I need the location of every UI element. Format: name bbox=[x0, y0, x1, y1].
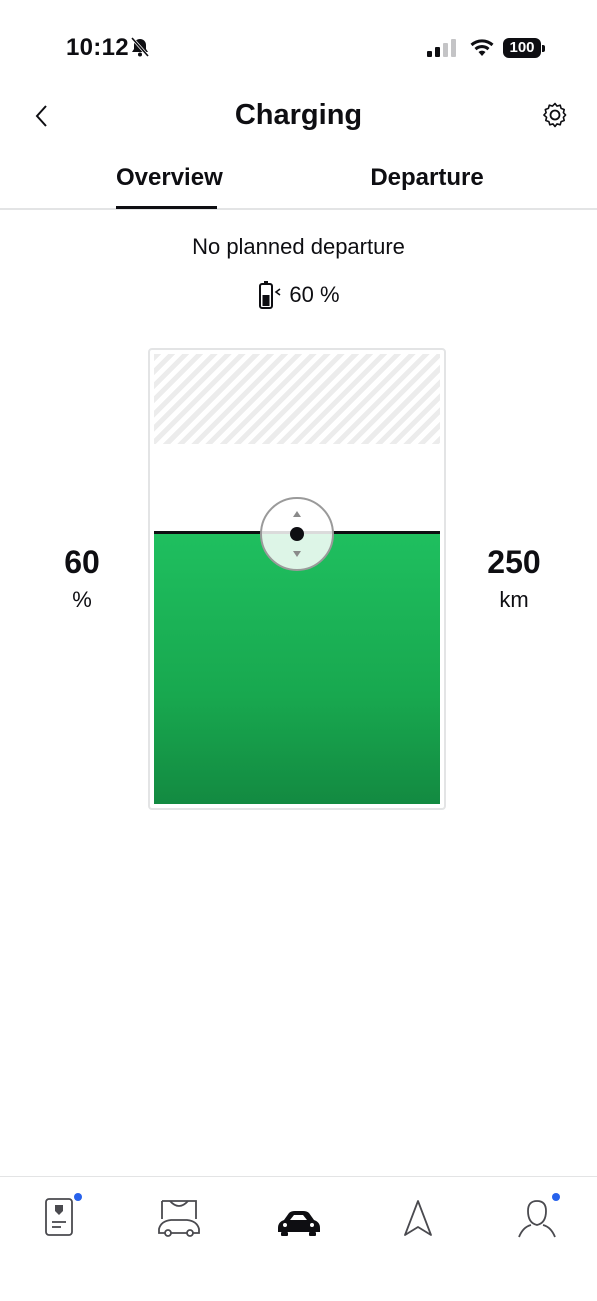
charge-fill bbox=[154, 531, 440, 804]
arrow-up-icon bbox=[293, 511, 301, 517]
car-shop-icon bbox=[158, 1200, 200, 1237]
charge-level-gauge[interactable] bbox=[148, 348, 446, 810]
page-title: Charging bbox=[234, 99, 363, 131]
gauge-area bbox=[154, 354, 440, 804]
nav-phone-card[interactable] bbox=[36, 1193, 86, 1243]
gear-icon[interactable] bbox=[540, 100, 570, 130]
notification-badge bbox=[552, 1193, 560, 1201]
nav-navigation[interactable] bbox=[393, 1195, 443, 1243]
status-bar: 10:12 100 bbox=[0, 0, 597, 90]
header: Charging bbox=[0, 90, 597, 146]
current-soc: 60 % bbox=[0, 280, 597, 310]
range: 250 km bbox=[454, 544, 574, 613]
range-value: 250 bbox=[487, 544, 541, 580]
nav-shop[interactable] bbox=[154, 1195, 204, 1243]
bell-muted-icon bbox=[130, 37, 150, 57]
wifi-icon bbox=[470, 39, 494, 56]
tab-overview[interactable]: Overview bbox=[116, 164, 223, 209]
arrow-down-icon bbox=[293, 551, 301, 557]
tab-departure[interactable]: Departure bbox=[360, 164, 494, 206]
charge-slider-handle[interactable] bbox=[260, 497, 334, 571]
nav-profile[interactable] bbox=[512, 1193, 562, 1243]
handle-dot bbox=[290, 527, 304, 541]
target-soc-value: 60 bbox=[64, 544, 100, 580]
profile-icon bbox=[518, 1200, 556, 1238]
battery-status-icon: 100 bbox=[503, 38, 545, 58]
car-icon bbox=[278, 1211, 320, 1236]
battery-charging-icon bbox=[259, 281, 281, 309]
departure-status: No planned departure bbox=[192, 234, 405, 259]
current-soc-value: 60 % bbox=[289, 282, 340, 307]
status-time: 10:12 bbox=[66, 34, 129, 61]
target-soc: 60 % bbox=[22, 544, 142, 613]
notification-badge bbox=[74, 1193, 82, 1201]
bottom-nav bbox=[0, 1176, 597, 1301]
cellular-signal-icon bbox=[427, 39, 456, 57]
nav-vehicle[interactable] bbox=[273, 1195, 323, 1243]
phone-card-icon bbox=[45, 1198, 73, 1236]
tab-bar: Overview Departure bbox=[0, 160, 597, 210]
unavailable-zone bbox=[154, 354, 440, 444]
target-soc-unit: % bbox=[72, 587, 92, 612]
range-unit: km bbox=[499, 587, 529, 612]
navigation-icon bbox=[404, 1200, 432, 1236]
